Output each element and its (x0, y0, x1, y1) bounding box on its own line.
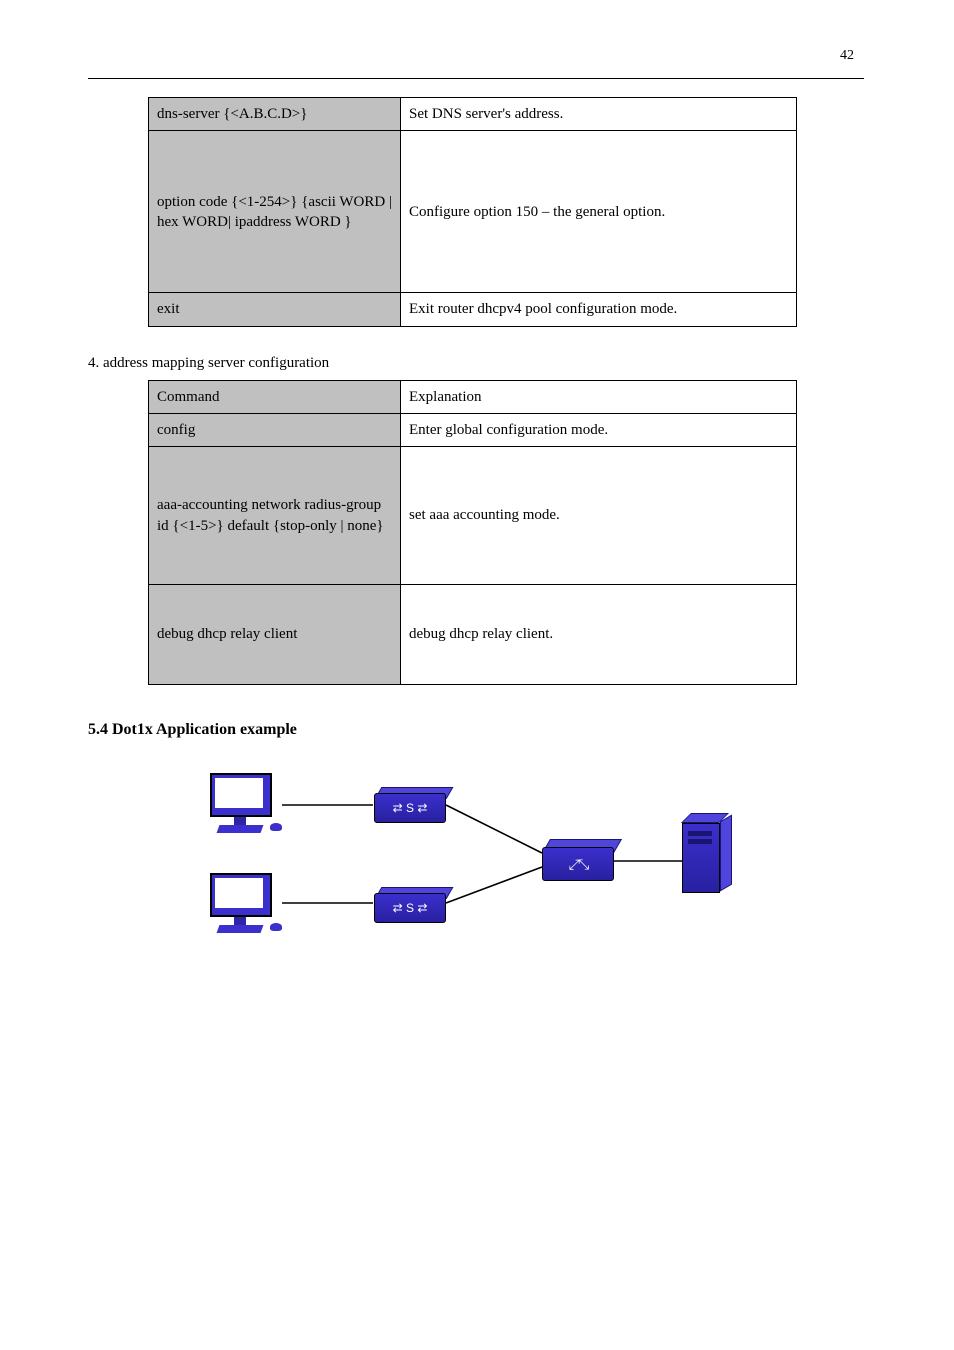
cell-right-b0: Enter global configuration mode. (401, 413, 797, 446)
cell-right-1: Configure option 150 – the general optio… (401, 131, 797, 293)
header-divider (88, 78, 864, 79)
cmd-text: aaa-accounting network radius-group id {… (157, 497, 384, 533)
desc-text: Configure option 150 – the general optio… (409, 204, 665, 220)
map-debug-table: Command Explanation config Enter global … (148, 380, 797, 686)
cell-left-b0: config (149, 413, 401, 446)
cmd-text: option code {<1-254>} {ascii WORD | hex … (157, 194, 392, 230)
cmd-text: debug dhcp relay client (157, 626, 297, 642)
cell-left-1: option code {<1-254>} {ascii WORD | hex … (149, 131, 401, 293)
server-icon (682, 823, 732, 899)
desc-text: Exit router dhcpv4 pool configuration mo… (409, 301, 677, 317)
pc1-icon (210, 773, 284, 843)
header-explanation: Explanation (401, 380, 797, 413)
desc-text: set aaa accounting mode. (409, 507, 560, 523)
dns-server-table: dns-server {<A.B.C.D>} Set DNS server's … (148, 97, 797, 327)
pc2-icon (210, 873, 284, 943)
switch1-icon: ⇄ S ⇄ (374, 787, 446, 823)
cmd-text: dns-server {<A.B.C.D>} (157, 106, 307, 122)
heading-dot1x: 5.4 Dot1x Application example (88, 721, 864, 739)
cmd-text: config (157, 422, 195, 438)
router-icon: ⤢⤡ (542, 839, 614, 881)
cell-right-b2: debug dhcp relay client. (401, 585, 797, 685)
network-diagram: ⇄ S ⇄ ⇄ S ⇄ ⤢⤡ (196, 759, 756, 979)
hdr-text: Command (157, 389, 220, 405)
section-label: 4. address mapping server configuration (88, 355, 864, 372)
desc-text: debug dhcp relay client. (409, 626, 553, 642)
cell-left-2: exit (149, 293, 401, 326)
cell-right-b1: set aaa accounting mode. (401, 447, 797, 585)
cell-right-0: Set DNS server's address. (401, 98, 797, 131)
switch2-icon: ⇄ S ⇄ (374, 887, 446, 923)
cell-right-2: Exit router dhcpv4 pool configuration mo… (401, 293, 797, 326)
cell-left-b1: aaa-accounting network radius-group id {… (149, 447, 401, 585)
desc-text: Set DNS server's address. (409, 106, 563, 122)
hdr-text: Explanation (409, 389, 481, 405)
desc-text: Enter global configuration mode. (409, 422, 608, 438)
cell-left-0: dns-server {<A.B.C.D>} (149, 98, 401, 131)
cell-left-b2: debug dhcp relay client (149, 585, 401, 685)
header-command: Command (149, 380, 401, 413)
page-number: 42 (840, 48, 854, 64)
cmd-text: exit (157, 301, 180, 317)
